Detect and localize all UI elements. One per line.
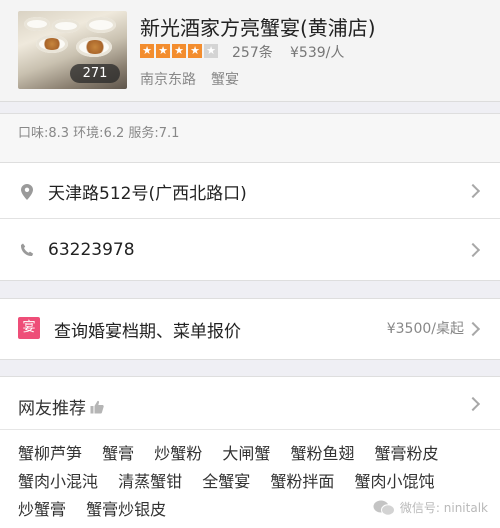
watermark: 微信号: ninitalk bbox=[373, 499, 488, 516]
star-filled-icon: ★ bbox=[172, 44, 186, 58]
dish-tag[interactable]: 蟹膏粉皮 bbox=[375, 444, 439, 463]
star-filled-icon: ★ bbox=[188, 44, 202, 58]
dish-tag[interactable]: 蟹粉拌面 bbox=[270, 472, 334, 491]
phone-row[interactable]: 63223978 bbox=[0, 219, 500, 281]
shop-name: 新光酒家方亮蟹宴(黄浦店) bbox=[140, 16, 376, 40]
watermark-text: 微信号: ninitalk bbox=[399, 501, 488, 515]
recommend-title: 网友推荐 bbox=[18, 399, 86, 419]
average-price: ¥539/人 bbox=[290, 45, 345, 61]
dish-tag[interactable]: 炒蟹粉 bbox=[154, 444, 202, 463]
score-summary: 口味:8.3 环境:6.2 服务:7.1 bbox=[0, 113, 500, 163]
banquet-inquiry-row[interactable]: 宴 查询婚宴档期、菜单报价 ¥3500/桌起 bbox=[0, 298, 500, 360]
shop-area: 南京东路 bbox=[140, 72, 196, 88]
address-text: 天津路512号(广西北路口) bbox=[48, 184, 247, 204]
wechat-icon bbox=[373, 500, 395, 516]
shop-meta: 南京东路 蟹宴 bbox=[140, 69, 239, 89]
phone-icon bbox=[20, 243, 34, 257]
chevron-right-icon bbox=[465, 183, 481, 199]
photo-count-badge: 271 bbox=[70, 64, 120, 83]
dish-tag[interactable]: 蟹膏炒银皮 bbox=[86, 500, 166, 519]
shop-photo[interactable]: 271 bbox=[18, 11, 127, 89]
recommend-header[interactable]: 网友推荐 bbox=[18, 394, 104, 419]
dish-tag[interactable]: 蟹肉小馄饨 bbox=[354, 472, 434, 491]
divider bbox=[0, 429, 500, 430]
recommended-dishes-section: 网友推荐 蟹柳芦笋 蟹膏 炒蟹粉 大闸蟹 蟹粉鱼翅 蟹膏粉皮 蟹肉小混沌 清蒸蟹… bbox=[0, 376, 500, 528]
chevron-right-icon bbox=[465, 242, 481, 258]
dish-tag[interactable]: 蟹粉鱼翅 bbox=[290, 444, 354, 463]
dish-tag[interactable]: 蟹膏 bbox=[102, 444, 134, 463]
chevron-right-icon[interactable] bbox=[465, 396, 481, 412]
address-row[interactable]: 天津路512号(广西北路口) bbox=[0, 163, 500, 219]
dish-tag[interactable]: 蟹柳芦笋 bbox=[18, 444, 82, 463]
shop-header[interactable]: 271 新光酒家方亮蟹宴(黄浦店) ★ ★ ★ ★ ★ 257条 ¥539/人 南京东路… bbox=[0, 0, 500, 102]
dish-tag[interactable]: 大闸蟹 bbox=[222, 444, 270, 463]
chevron-right-icon bbox=[465, 321, 481, 337]
banquet-icon: 宴 bbox=[18, 317, 40, 339]
dish-tag[interactable]: 炒蟹膏 bbox=[18, 500, 66, 519]
dish-tag[interactable]: 全蟹宴 bbox=[202, 472, 250, 491]
shop-category: 蟹宴 bbox=[211, 72, 239, 88]
star-empty-icon: ★ bbox=[204, 44, 218, 58]
location-pin-icon bbox=[21, 184, 33, 200]
thumbs-up-icon bbox=[90, 400, 104, 413]
star-rating: ★ ★ ★ ★ ★ bbox=[140, 44, 218, 58]
banquet-price: ¥3500/桌起 bbox=[386, 321, 464, 337]
dish-tag[interactable]: 蟹肉小混沌 bbox=[18, 472, 98, 491]
star-filled-icon: ★ bbox=[140, 44, 154, 58]
phone-number: 63223978 bbox=[48, 240, 135, 260]
review-count: 257条 bbox=[232, 45, 273, 61]
star-filled-icon: ★ bbox=[156, 44, 170, 58]
banquet-label: 查询婚宴档期、菜单报价 bbox=[54, 322, 241, 342]
dish-tag[interactable]: 清蒸蟹钳 bbox=[118, 472, 182, 491]
